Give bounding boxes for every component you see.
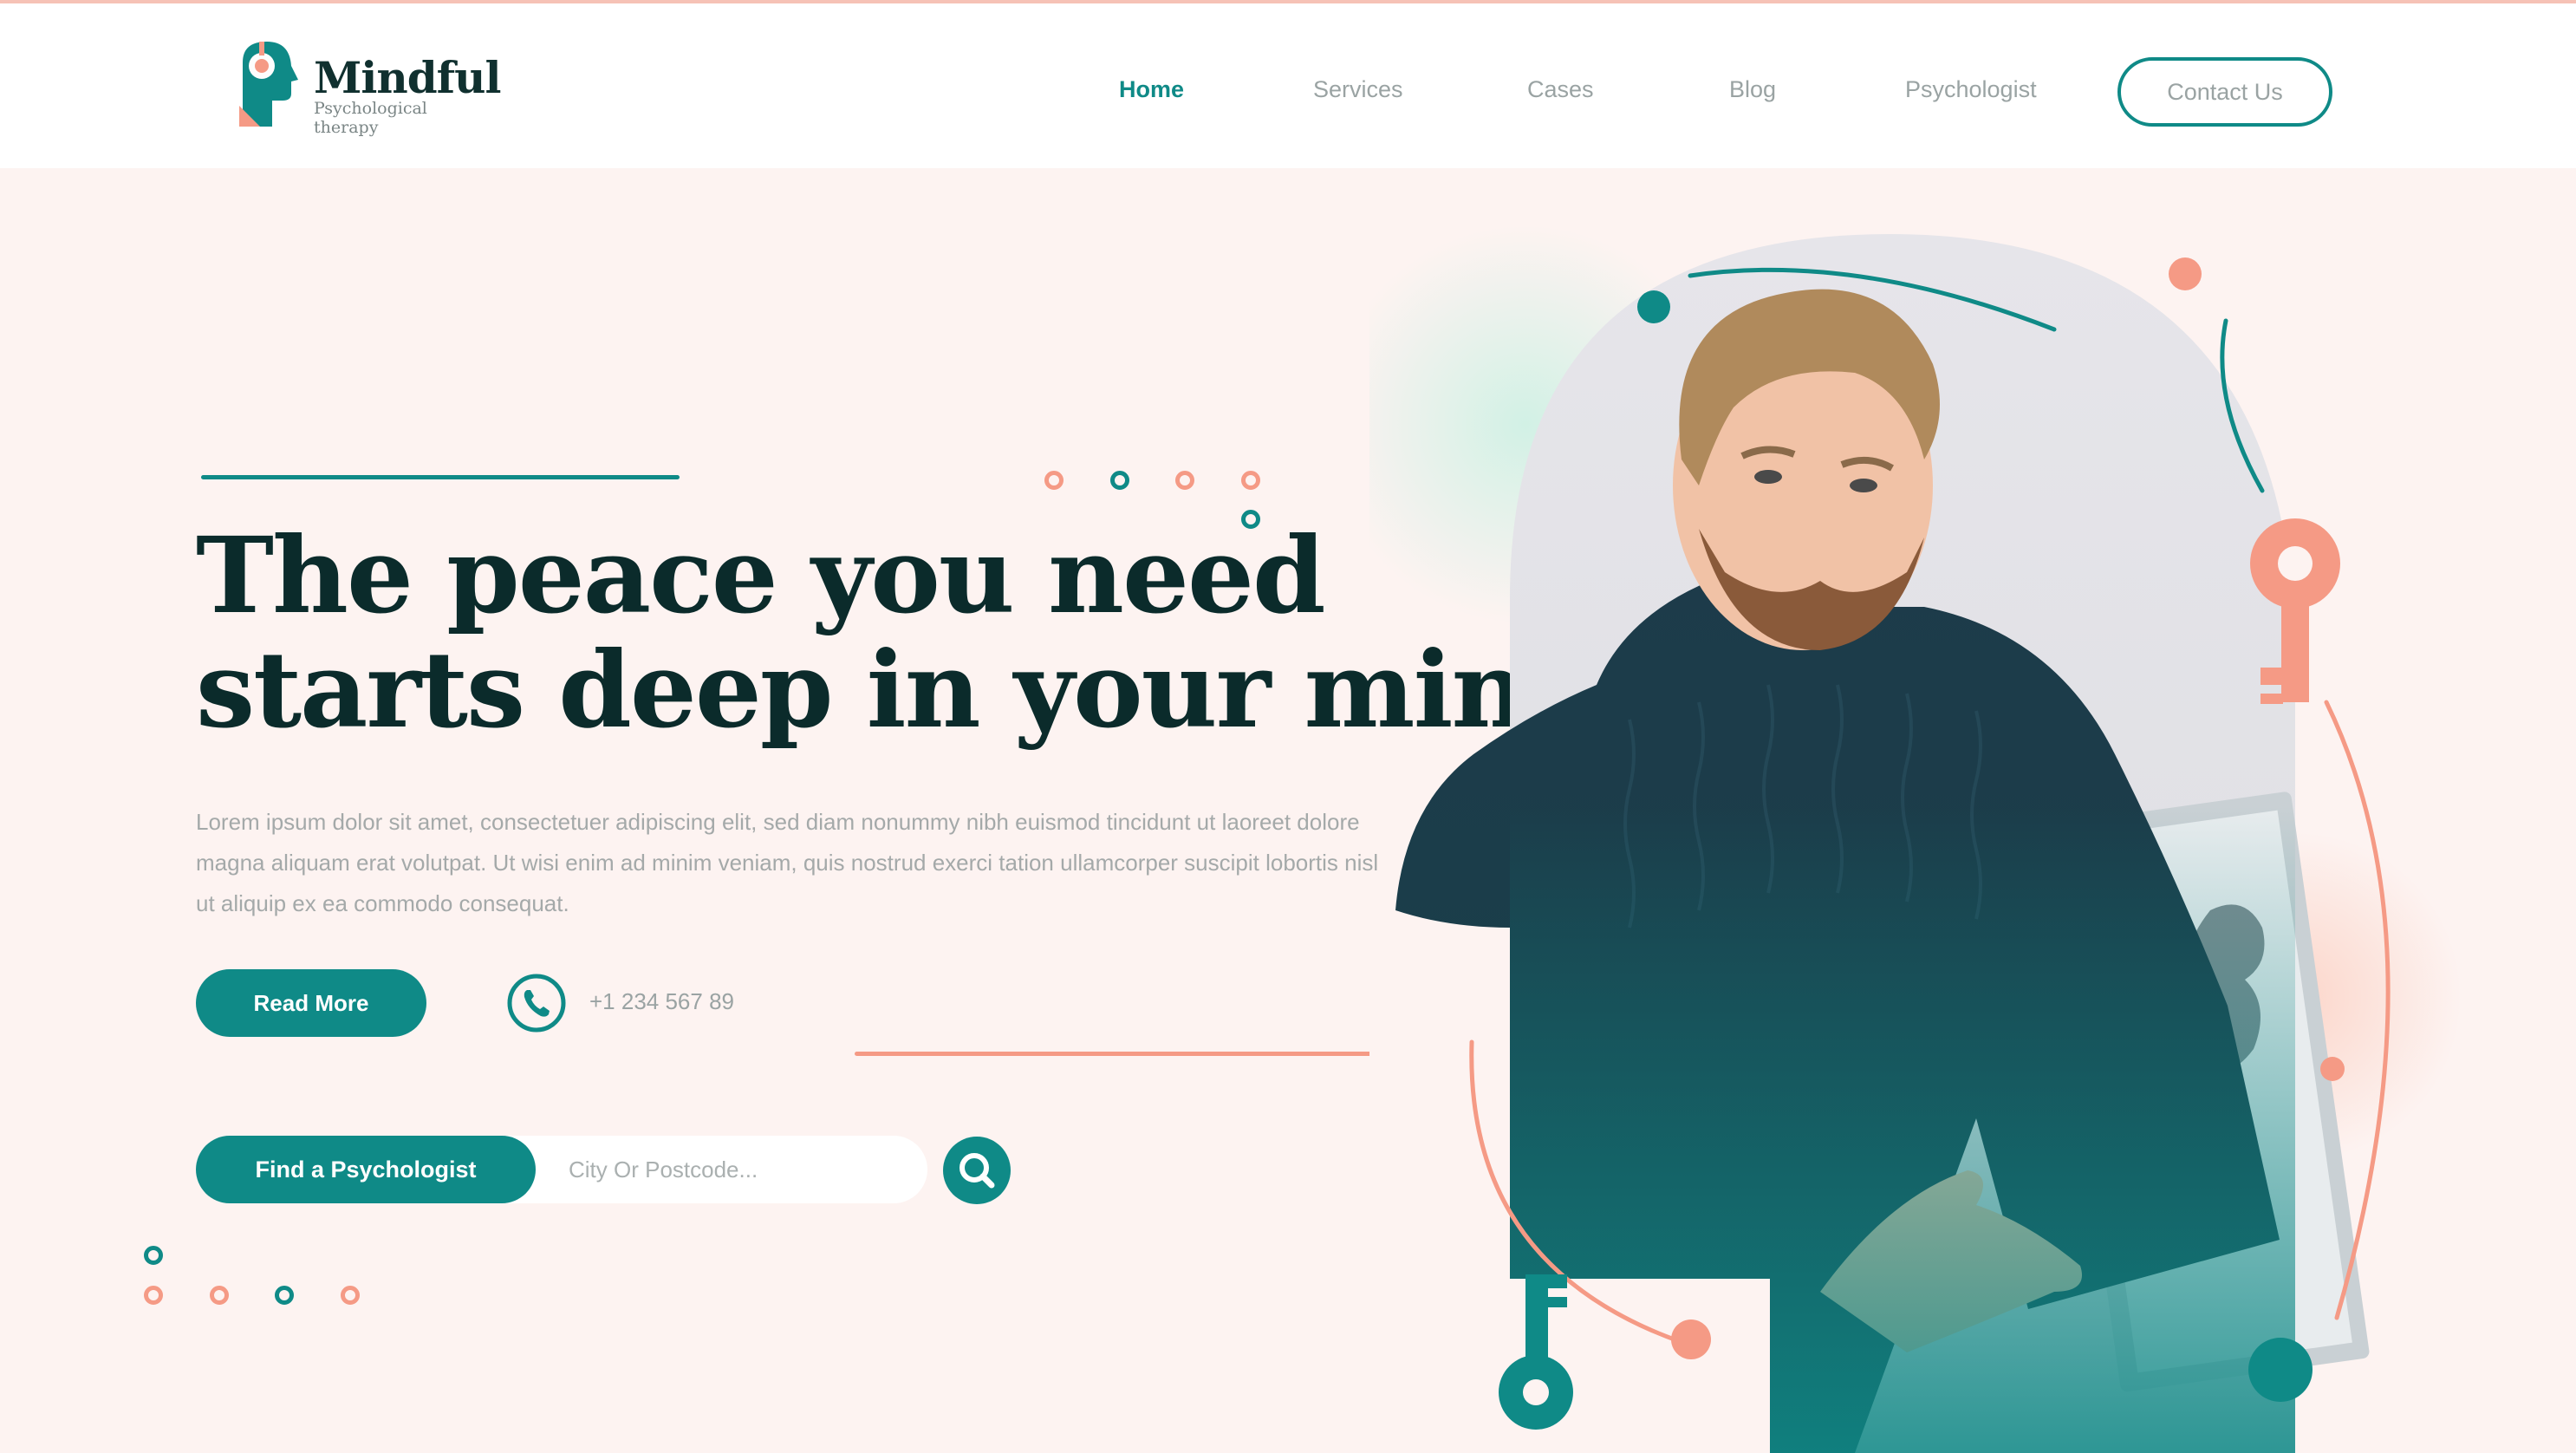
hero-headline-line1: The peace you need: [196, 513, 1326, 637]
decorative-ring: [144, 1286, 163, 1305]
nav-psychologist[interactable]: Psychologist: [1905, 76, 2037, 103]
read-more-button[interactable]: Read More: [196, 969, 426, 1037]
head-with-keyhole-icon: [239, 42, 298, 127]
phone-number[interactable]: +1 234 567 89: [589, 988, 734, 1015]
decorative-coral-line: [855, 1052, 1404, 1056]
find-psychologist-button[interactable]: Find a Psychologist: [196, 1136, 536, 1203]
decorative-ring: [341, 1286, 360, 1305]
psychologist-search-bar: Find a Psychologist: [196, 1136, 927, 1203]
decorative-teal-line: [201, 475, 680, 479]
city-postcode-input[interactable]: [569, 1148, 898, 1191]
hero-description: Lorem ipsum dolor sit amet, consectetuer…: [196, 809, 1379, 916]
decorative-ring: [275, 1286, 294, 1305]
hero-headline: The peace you need starts deep in your m…: [196, 513, 1634, 752]
nav-cases[interactable]: Cases: [1527, 76, 1594, 103]
search-button[interactable]: [943, 1137, 1011, 1204]
contact-us-button[interactable]: Contact Us: [2117, 57, 2332, 127]
logo[interactable]: Mindful Psychological therapy: [234, 36, 502, 137]
decorative-ring: [1044, 471, 1064, 490]
decorative-ring: [1175, 471, 1194, 490]
site-header: Mindful Psychological therapy Home Servi…: [0, 0, 2576, 168]
nav-home[interactable]: Home: [1119, 76, 1184, 103]
hero-headline-line2: starts deep in your mind.: [196, 628, 1634, 752]
nav-services[interactable]: Services: [1313, 76, 1403, 103]
decorative-ring: [144, 1246, 163, 1265]
brand-tagline: Psychological therapy: [314, 99, 427, 137]
nav-blog[interactable]: Blog: [1729, 76, 1776, 103]
decorative-ring: [210, 1286, 229, 1305]
decorative-ring: [1110, 471, 1129, 490]
brand-name: Mindful: [314, 52, 502, 103]
magnifier-icon: [959, 1153, 995, 1189]
therapist-illustration: [1369, 225, 2462, 1453]
decorative-ring: [1241, 471, 1260, 490]
phone-icon[interactable]: [506, 973, 567, 1033]
